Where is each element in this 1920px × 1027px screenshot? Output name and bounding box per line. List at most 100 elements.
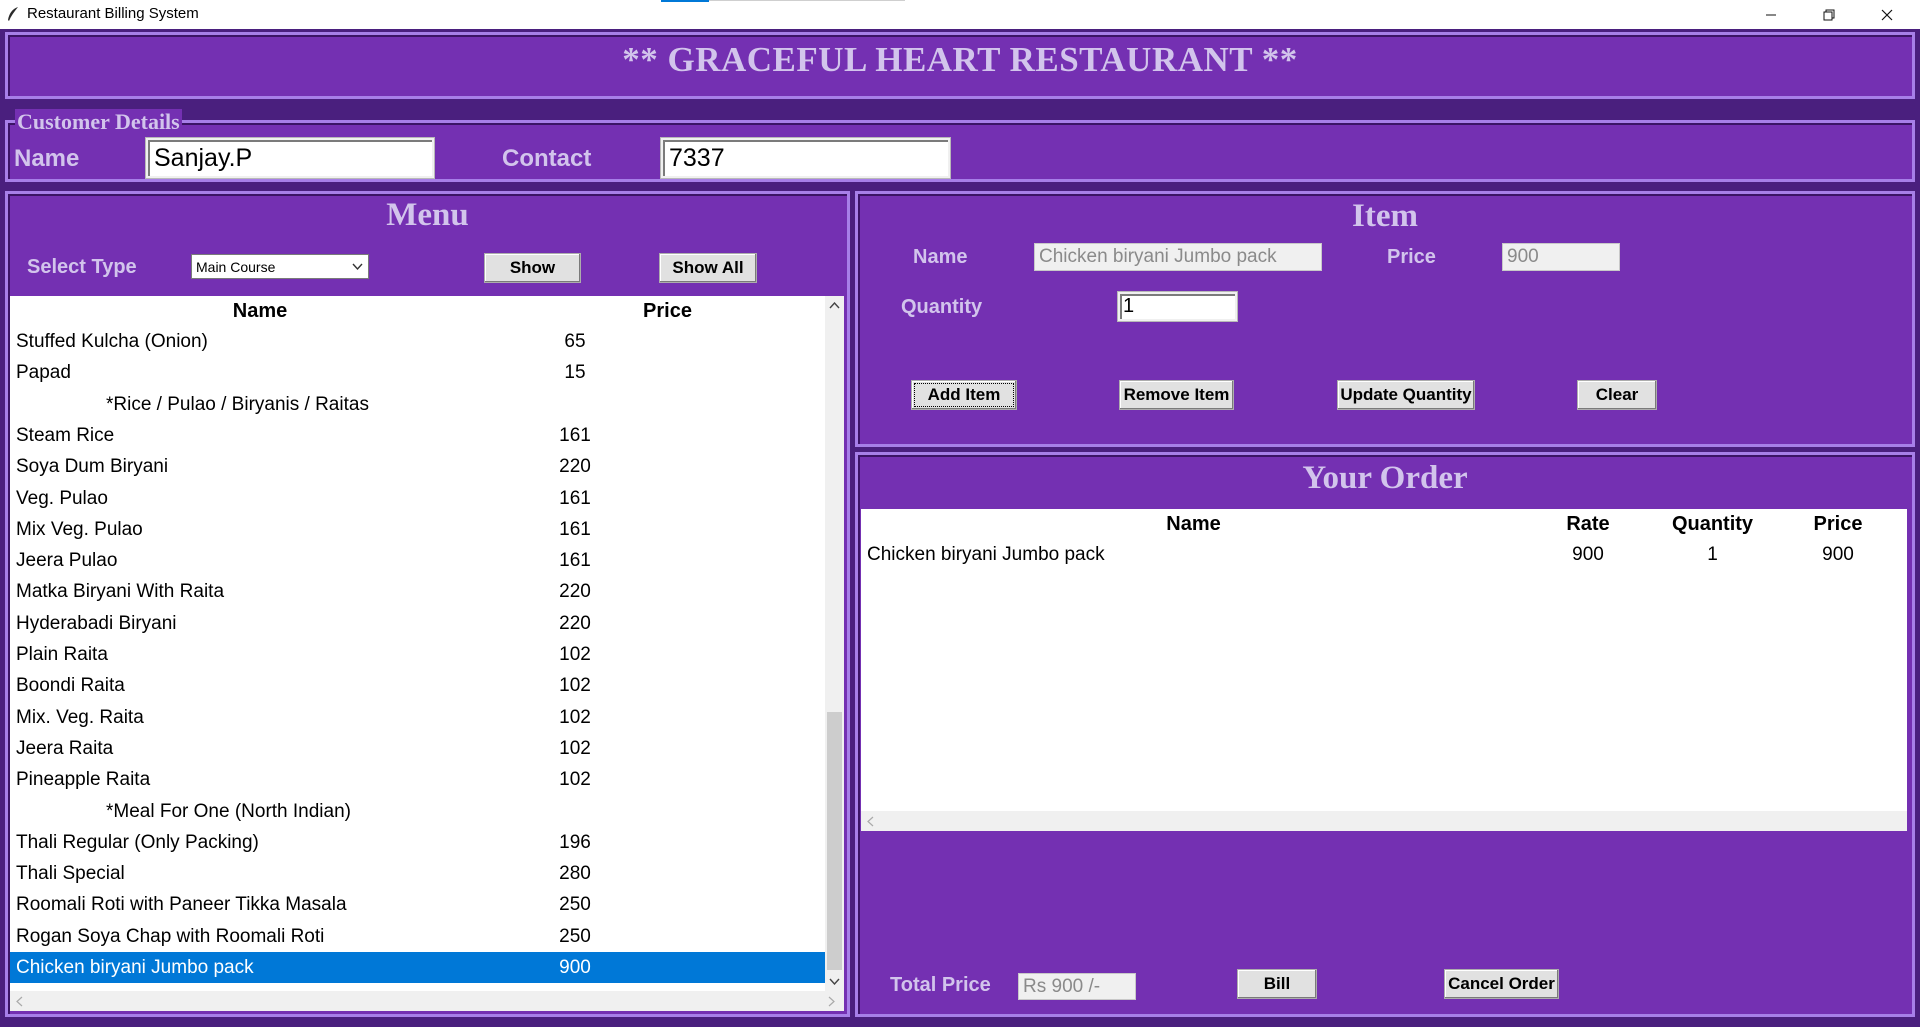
menu-item-price: 161 [559, 424, 591, 446]
menu-row[interactable]: Plain Raita 102 [10, 639, 825, 670]
update-quantity-button[interactable]: Update Quantity [1337, 380, 1475, 410]
menu-row[interactable]: Stuffed Kulcha (Onion) 65 [10, 326, 825, 357]
menu-row[interactable]: Pineapple Raita 102 [10, 764, 825, 795]
menu-item-price: 161 [559, 518, 591, 540]
minimize-icon [1766, 14, 1776, 15]
menu-item-name: Thali Regular (Only Packing) [16, 831, 259, 853]
menu-row[interactable]: Steam Rice 161 [10, 420, 825, 451]
menu-item-name: Plain Raita [16, 644, 108, 665]
remove-item-button[interactable]: Remove Item [1119, 380, 1234, 410]
restaurant-title: ** GRACEFUL HEART RESTAURANT ** [622, 40, 1298, 79]
scroll-left-arrow-icon [16, 996, 23, 1007]
menu-table[interactable]: Name Price Stuffed Kulcha (Onion) 65 Papad… [10, 296, 825, 991]
order-item-name: Chicken biryani Jumbo pack [867, 544, 1105, 565]
menu-item-price: 161 [559, 487, 591, 509]
order-row[interactable]: Chicken biryani Jumbo pack 900 1 900 [861, 539, 1901, 570]
menu-row[interactable]: Chicken biryani Jumbo pack 900 [10, 952, 825, 983]
menu-item-price: 102 [559, 644, 591, 665]
menu-item-price: 250 [559, 925, 591, 947]
select-type-dropdown[interactable]: Main Course [191, 254, 369, 279]
order-column-name[interactable]: Name [861, 509, 1527, 539]
menu-row[interactable]: Rogan Soya Chap with Roomali Roti 250 [10, 921, 825, 952]
contact-field[interactable]: 7337 [661, 138, 950, 178]
menu-item-name: Hyderabadi Biryani [16, 612, 177, 634]
menu-item-name: Papad [16, 362, 71, 384]
menu-item-price: 161 [559, 550, 591, 572]
close-button[interactable] [1858, 0, 1916, 29]
clear-button[interactable]: Clear [1577, 380, 1657, 410]
item-price-label: Price [1387, 246, 1436, 268]
menu-item-name: Pineapple Raita [16, 769, 151, 791]
bill-button[interactable]: Bill [1237, 969, 1317, 999]
menu-row[interactable]: Matka Biryani With Raita 220 [10, 576, 825, 607]
menu-item-name: *Rice / Pulao / Biryanis / Raitas [106, 393, 369, 415]
menu-row[interactable]: Mix. Veg. Raita 102 [10, 702, 825, 733]
menu-item-name: Mix. Veg. Raita [16, 706, 144, 728]
order-vertical-scroll-strip[interactable] [1901, 509, 1907, 811]
menu-item-price: 196 [559, 831, 591, 853]
menu-item-price: 250 [559, 894, 591, 916]
order-item-quantity: 1 [1707, 544, 1718, 565]
menu-item-price: 102 [559, 737, 591, 759]
menu-item-name: Veg. Pulao [16, 487, 108, 509]
menu-row[interactable]: Jeera Raita 102 [10, 733, 825, 764]
restore-button[interactable] [1800, 0, 1858, 29]
menu-item-name: Chicken biryani Jumbo pack [16, 957, 254, 978]
menu-row[interactable]: Jeera Pulao 161 [10, 545, 825, 576]
feather-icon [5, 6, 21, 22]
menu-row[interactable]: Veg. Pulao 161 [10, 483, 825, 514]
menu-row[interactable]: Thali Regular (Only Packing) 196 [10, 827, 825, 858]
menu-horizontal-scrollbar[interactable] [10, 991, 844, 1011]
select-type-value: Main Course [196, 258, 276, 275]
scroll-right-arrow-icon [828, 996, 835, 1007]
menu-scroll-thumb[interactable] [827, 712, 842, 970]
menu-item-price: 102 [559, 706, 591, 728]
order-column-quantity[interactable]: Quantity [1650, 509, 1776, 539]
order-table[interactable]: Name Rate Quantity Price Chicken biryani… [861, 509, 1901, 811]
show-all-button[interactable]: Show All [659, 253, 757, 283]
title-bar [0, 0, 1920, 29]
quantity-field[interactable]: 1 [1118, 292, 1237, 321]
minimize-button[interactable] [1742, 0, 1800, 29]
add-item-button[interactable]: Add Item [911, 380, 1017, 410]
customer-name-field[interactable]: Sanjay.P [146, 138, 434, 178]
menu-item-price: 102 [559, 769, 591, 791]
cancel-order-button[interactable]: Cancel Order [1444, 969, 1559, 999]
menu-row[interactable]: Roomali Roti with Paneer Tikka Masala 250 [10, 889, 825, 920]
restore-icon [1823, 9, 1835, 20]
total-price-field[interactable]: Rs 900 /- [1018, 973, 1136, 1000]
chevron-down-icon [352, 263, 363, 271]
menu-item-name: Boondi Raita [16, 675, 125, 697]
order-column-price[interactable]: Price [1775, 509, 1901, 539]
close-icon [1881, 9, 1893, 20]
customer-details-legend: Customer Details [15, 109, 182, 135]
menu-title: Menu [386, 197, 469, 233]
item-price-field[interactable]: 900 [1502, 243, 1620, 271]
menu-row[interactable]: Hyderabadi Biryani 220 [10, 608, 825, 639]
menu-column-price[interactable]: Price [510, 296, 825, 326]
menu-item-name: Steam Rice [16, 424, 115, 446]
menu-vertical-scrollbar[interactable] [825, 296, 844, 991]
menu-item-price: 15 [564, 362, 586, 384]
menu-row[interactable]: Thali Special 280 [10, 858, 825, 889]
customer-name-label: Name [14, 145, 80, 172]
menu-column-name[interactable]: Name [10, 296, 511, 326]
menu-row[interactable]: Soya Dum Biryani 220 [10, 451, 825, 482]
your-order-title: Your Order [1302, 460, 1468, 496]
order-horizontal-scrollbar[interactable] [861, 811, 1907, 831]
menu-row[interactable]: Boondi Raita 102 [10, 670, 825, 701]
menu-row[interactable]: Mix Veg. Pulao 161 [10, 514, 825, 545]
order-column-rate[interactable]: Rate [1526, 509, 1651, 539]
item-name-label: Name [913, 246, 968, 268]
menu-category-row[interactable]: *Meal For One (North Indian) [10, 796, 825, 827]
show-button[interactable]: Show [484, 253, 581, 283]
menu-row[interactable]: Papad 15 [10, 357, 825, 388]
menu-item-name: Jeera Raita [16, 737, 114, 759]
total-price-label: Total Price [890, 974, 991, 996]
item-name-field[interactable]: Chicken biryani Jumbo pack [1034, 243, 1322, 271]
menu-item-name: Mix Veg. Pulao [16, 518, 143, 540]
menu-item-name: Thali Special [16, 863, 125, 885]
scroll-up-arrow-icon [829, 302, 840, 309]
order-item-price: 900 [1822, 544, 1854, 565]
menu-category-row[interactable]: *Rice / Pulao / Biryanis / Raitas [10, 389, 825, 420]
